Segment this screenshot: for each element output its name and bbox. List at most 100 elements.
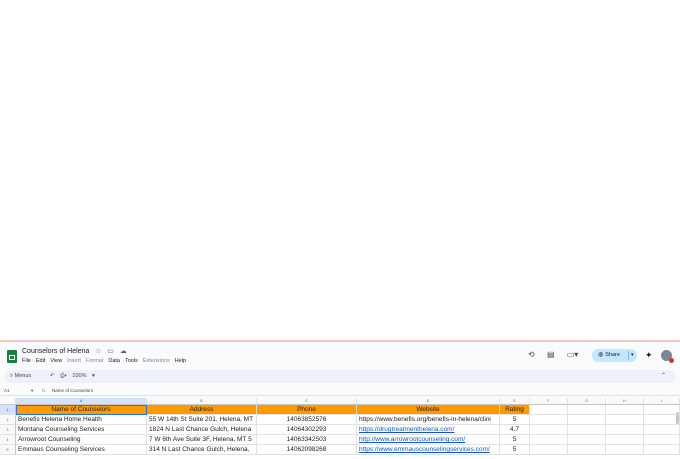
table-cell[interactable]: 14063342503 (257, 435, 357, 445)
column-header-b[interactable]: B (147, 398, 257, 405)
cloud-status-icon[interactable]: ☁ (120, 348, 127, 355)
name-box[interactable]: A1 (4, 388, 10, 393)
header-cell[interactable]: Rating (500, 405, 530, 415)
menu-help[interactable]: Help (175, 358, 186, 364)
star-icon[interactable]: ☆ (95, 348, 101, 355)
user-avatar[interactable] (661, 350, 674, 363)
menu-view[interactable]: View (50, 358, 62, 364)
table-cell[interactable] (644, 405, 680, 415)
table-cell[interactable]: Emmaus Counseling Services (16, 445, 147, 455)
table-cell[interactable]: 14063852576 (257, 415, 357, 425)
share-label: Share (605, 352, 620, 358)
table-cell[interactable] (644, 425, 680, 435)
column-header-f[interactable]: F (530, 398, 568, 405)
table-cell[interactable]: 14062098268 (257, 445, 357, 455)
table-cell[interactable]: 55 W 14th St Suite 201, Helena, MT (147, 415, 257, 425)
table-cell[interactable] (568, 415, 606, 425)
row-header-2[interactable]: 2 (0, 415, 16, 425)
table-cell[interactable] (530, 415, 568, 425)
document-title[interactable]: Counselors of Helena (22, 348, 89, 355)
column-header-h[interactable]: H (606, 398, 644, 405)
select-all-corner[interactable] (0, 398, 16, 405)
table-cell[interactable] (530, 435, 568, 445)
table-cell[interactable]: 5 (500, 435, 530, 445)
column-header-i[interactable]: I (644, 398, 680, 405)
print-icon[interactable]: ⎙▾ (60, 373, 67, 379)
column-header-e[interactable]: E (500, 398, 530, 405)
share-button[interactable]: ◍ Share ▾ (592, 349, 637, 362)
table-cell[interactable]: 4.7 (500, 425, 530, 435)
row-header-3[interactable]: 3 (0, 425, 16, 435)
sheets-app: Counselors of Helena ☆ ▭ ☁ File Edit View I… (0, 340, 680, 459)
table-cell[interactable]: 7 W 6th Ave Suite 3F, Helena, MT 5 (147, 435, 257, 445)
table-cell[interactable]: 1824 N Last Chance Gulch, Helena (147, 425, 257, 435)
table-cell[interactable] (606, 405, 644, 415)
table-cell[interactable] (568, 425, 606, 435)
table-cell[interactable]: Montana Counseling Services (16, 425, 147, 435)
menu-file[interactable]: File (22, 358, 31, 364)
toolbar: ⌕ Menus ↶ ⎙▾ 100% ▾ ⌃ (4, 370, 676, 383)
table-cell[interactable] (568, 405, 606, 415)
table-cell[interactable]: https://drugtreatmenthelena.com/ (357, 425, 500, 435)
menu-data[interactable]: Data (108, 358, 120, 364)
table-cell[interactable]: 5 (500, 445, 530, 455)
formula-input[interactable]: Name of Counselors (52, 388, 93, 393)
undo-icon[interactable]: ↶ (50, 373, 55, 379)
table-cell[interactable]: 14064302293 (257, 425, 357, 435)
comment-icon[interactable]: ▤ (547, 350, 555, 359)
collapse-toolbar-icon[interactable]: ⌃ (661, 372, 666, 379)
table-cell[interactable]: 314 N Last Chance Gulch, Helena, (147, 445, 257, 455)
share-divider (628, 351, 629, 360)
column-header-a[interactable]: A (16, 398, 147, 405)
menu-insert[interactable]: Insert (67, 358, 81, 364)
table-cell[interactable] (568, 435, 606, 445)
table-cell[interactable] (606, 425, 644, 435)
menu-tools[interactable]: Tools (125, 358, 138, 364)
search-icon: ⌕ (10, 373, 14, 379)
table-cell[interactable]: https://www.benefis.org/benefis-in-helen… (357, 415, 500, 425)
zoom-select[interactable]: 100% (72, 373, 86, 379)
table-cell[interactable] (530, 425, 568, 435)
table-cell[interactable] (644, 435, 680, 445)
table-cell[interactable] (606, 435, 644, 445)
name-box-dropdown-icon[interactable]: ▾ (31, 388, 33, 394)
table-cell[interactable] (606, 415, 644, 425)
table-cell[interactable] (530, 445, 568, 455)
share-dropdown-icon[interactable]: ▾ (631, 349, 634, 362)
table-cell[interactable] (606, 445, 644, 455)
table-cell[interactable]: http://www.arrowrootcounseling.com/ (357, 435, 500, 445)
search-menus-button[interactable]: ⌕ Menus (10, 373, 31, 380)
header-cell[interactable]: Website (357, 405, 500, 415)
column-header-g[interactable]: G (568, 398, 606, 405)
header-cell[interactable]: Address (147, 405, 257, 415)
table-cell[interactable] (568, 445, 606, 455)
title-icons: ☆ ▭ ☁ (95, 347, 131, 355)
toolbar-tools: ↶ ⎙▾ 100% ▾ (50, 373, 99, 380)
table-cell[interactable] (530, 405, 568, 415)
menu-edit[interactable]: Edit (36, 358, 45, 364)
move-folder-icon[interactable]: ▭ (107, 348, 114, 355)
gemini-sparkle-icon[interactable]: ✦ (645, 350, 653, 361)
table-cell[interactable]: https://www.emmauscounselingservices.com… (357, 445, 500, 455)
table-cell[interactable]: Arrowroot Counseling (16, 435, 147, 445)
menu-extensions[interactable]: Extensions (143, 358, 170, 364)
row-header-1[interactable]: 1 (0, 405, 16, 415)
table-cell[interactable]: 5 (500, 415, 530, 425)
row-header-5[interactable]: 5 (0, 445, 16, 455)
zoom-dropdown-icon[interactable]: ▾ (92, 373, 95, 379)
sheets-logo-icon[interactable] (7, 350, 17, 363)
header-cell[interactable]: Name of Counselors (16, 405, 147, 415)
column-header-c[interactable]: C (257, 398, 357, 405)
menu-format[interactable]: Format (86, 358, 103, 364)
spreadsheet-grid[interactable]: A B C D E F G H I 1 Name of Counselors Address Phone… (0, 398, 680, 459)
history-icon[interactable]: ⟲ (528, 350, 535, 359)
title-bar: Counselors of Helena ☆ ▭ ☁ File Edit View I… (0, 342, 680, 370)
column-header-d[interactable]: D (357, 398, 500, 405)
table-cell[interactable]: Benefis Helena Home Health (16, 415, 147, 425)
header-actions: ⟲ ▤ ▭▾ (528, 350, 588, 359)
header-cell[interactable]: Phone (257, 405, 357, 415)
table-cell[interactable] (644, 415, 680, 425)
row-header-4[interactable]: 4 (0, 435, 16, 445)
video-call-icon[interactable]: ▭▾ (567, 350, 579, 359)
table-cell[interactable] (644, 445, 680, 455)
